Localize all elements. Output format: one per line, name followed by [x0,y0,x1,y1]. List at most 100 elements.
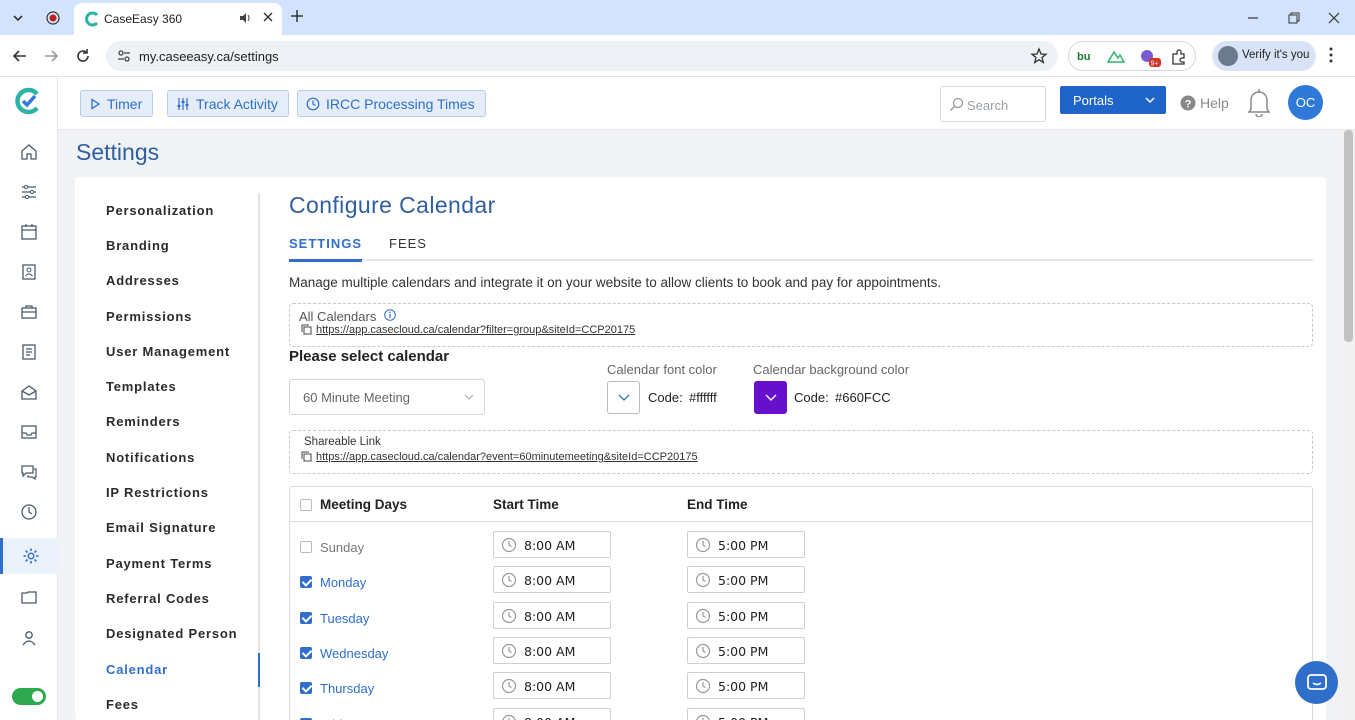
settings-nav-calendar[interactable]: Calendar [106,662,168,677]
settings-nav-templates[interactable]: Templates [106,379,177,394]
caseeasy-logo-icon[interactable] [14,87,42,115]
end-time-input[interactable]: 5:00 PM [687,636,805,664]
extension-bu-icon[interactable]: bu [1076,48,1096,64]
settings-nav-personalization[interactable]: Personalization [106,203,214,218]
inbox-icon[interactable] [0,414,58,450]
end-time-input[interactable]: 5:00 PM [687,672,805,700]
reload-icon[interactable] [74,47,92,65]
start-time-input[interactable]: 8:00 AM [493,672,611,700]
calendar-select[interactable]: 60 Minute Meeting [289,379,485,415]
clock-icon [695,678,711,694]
settings-nav-designated-person[interactable]: Designated Person [106,626,237,641]
start-time-value: 8:00 AM [524,679,576,695]
end-time-input[interactable]: 5:00 PM [687,566,805,594]
history-clock-icon[interactable] [0,494,58,530]
record-icon[interactable] [43,8,63,28]
extensions-puzzle-icon[interactable] [1170,48,1188,66]
tab-settings[interactable]: SETTINGS [289,236,363,262]
start-time-input[interactable]: 8:00 AM [493,707,611,720]
site-info-icon[interactable] [116,48,132,64]
browser-tab[interactable]: CaseEasy 360 [74,3,282,35]
clock-icon [501,572,517,588]
portals-dropdown-button[interactable]: Portals [1060,86,1166,114]
mail-open-icon[interactable] [0,374,58,410]
svg-text:?: ? [1185,98,1192,110]
settings-nav-referral-codes[interactable]: Referral Codes [106,591,210,606]
settings-nav-addresses[interactable]: Addresses [106,273,180,288]
end-time-input[interactable]: 5:00 PM [687,531,805,558]
settings-nav-email-signature[interactable]: Email Signature [106,520,216,535]
day-checkbox[interactable] [300,576,312,589]
chat-launcher-button[interactable] [1295,661,1338,704]
forward-arrow-icon[interactable] [42,47,60,65]
chat-icon[interactable] [0,454,58,490]
table-row: Sunday 8:00 AM 5:00 PM [290,530,1312,565]
end-time-value: 5:00 PM [718,643,769,659]
settings-nav-fees[interactable]: Fees [106,697,139,712]
settings-nav-reminders[interactable]: Reminders [106,414,180,429]
back-arrow-icon[interactable] [11,47,29,65]
day-checkbox[interactable] [300,646,312,659]
settings-nav-active-indicator [258,653,260,687]
all-calendars-url-link[interactable]: https://app.casecloud.ca/calendar?filter… [316,324,635,336]
address-bar[interactable]: my.caseeasy.ca/settings [106,41,1058,71]
start-time-input[interactable]: 8:00 AM [493,601,611,629]
scrollbar-thumb[interactable] [1344,130,1353,342]
track-activity-button[interactable]: Track Activity [167,90,289,117]
folder-icon[interactable] [0,579,58,615]
day-label: Tuesday [320,610,370,626]
tab-fees[interactable]: FEES [389,236,427,259]
table-header-divider [290,521,1312,522]
new-tab-plus-icon[interactable] [289,8,305,24]
cases-briefcase-icon[interactable] [0,294,58,330]
close-window-icon[interactable] [1325,9,1343,27]
day-checkbox[interactable] [300,611,312,624]
start-time-input[interactable]: 8:00 AM [493,566,611,594]
background-color-swatch[interactable] [754,381,787,414]
minimize-icon[interactable] [1244,9,1262,27]
extension-mountain-icon[interactable] [1107,48,1125,64]
tab-search-chevron-icon[interactable] [8,8,28,28]
timer-button[interactable]: Timer [80,90,154,117]
shareable-url-link[interactable]: https://app.casecloud.ca/calendar?event=… [316,451,698,463]
user-icon[interactable] [0,620,58,656]
header-search-input[interactable]: Search [940,86,1046,122]
close-tab-icon[interactable] [262,11,274,23]
start-time-input[interactable]: 8:00 AM [493,531,611,558]
page-scrollbar[interactable] [1341,130,1355,720]
settings-nav-payment-terms[interactable]: Payment Terms [106,556,212,571]
font-color-code: #ffffff [689,390,717,405]
user-avatar[interactable]: OC [1288,85,1323,120]
settings-nav-branding[interactable]: Branding [106,238,169,253]
select-all-checkbox[interactable] [300,499,312,511]
browser-menu-icon[interactable] [1328,47,1334,63]
extension-badge-icon[interactable]: 9+ [1139,48,1161,68]
start-time-input[interactable]: 8:00 AM [493,636,611,664]
font-color-swatch[interactable] [607,381,640,414]
contacts-icon[interactable] [0,254,58,290]
end-time-input[interactable]: 5:00 PM [687,707,805,720]
notifications-bell-icon[interactable] [1246,87,1272,117]
restore-icon[interactable] [1285,9,1303,27]
profile-verify-button[interactable]: Verify it's you [1212,41,1316,71]
portals-label: Portals [1073,93,1114,108]
help-link[interactable]: ? Help [1180,95,1229,111]
settings-nav-ip-restrictions[interactable]: IP Restrictions [106,485,209,500]
day-checkbox[interactable] [300,682,312,695]
settings-nav-permissions[interactable]: Permissions [106,309,192,324]
end-time-input[interactable]: 5:00 PM [687,601,805,629]
settings-gear-icon[interactable] [0,538,58,574]
home-icon[interactable] [0,134,58,170]
calendar-icon[interactable] [0,214,58,250]
day-checkbox[interactable] [300,541,312,553]
day-label: Wednesday [320,645,389,661]
filters-icon[interactable] [0,174,58,210]
documents-icon[interactable] [0,334,58,370]
ircc-processing-times-button[interactable]: IRCC Processing Times [297,90,486,117]
shareable-link-label: Shareable Link [304,436,381,448]
settings-nav-notifications[interactable]: Notifications [106,450,195,465]
speaker-icon[interactable] [238,11,252,25]
theme-toggle[interactable] [12,688,46,705]
settings-nav-user-management[interactable]: User Management [106,344,230,359]
bookmark-star-icon[interactable] [1030,47,1048,65]
